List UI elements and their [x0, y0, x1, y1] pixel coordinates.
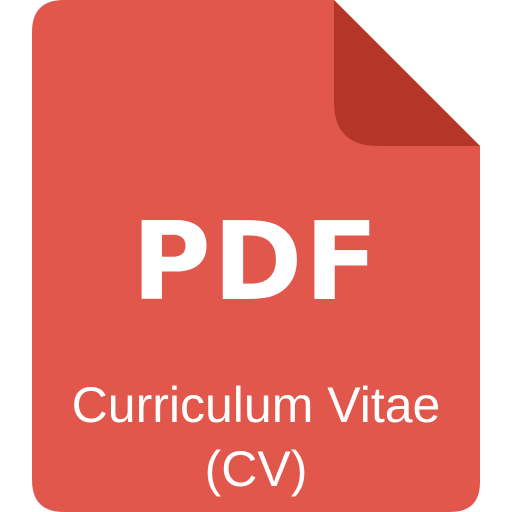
document-title-line-1: Curriculum Vitae — [71, 377, 441, 433]
file-fold-corner — [334, 0, 480, 146]
file-type-label: PDF — [131, 200, 381, 325]
document-title-line-2: (CV) — [204, 441, 308, 497]
pdf-document-icon: PDF Curriculum Vitae (CV) — [0, 0, 512, 512]
